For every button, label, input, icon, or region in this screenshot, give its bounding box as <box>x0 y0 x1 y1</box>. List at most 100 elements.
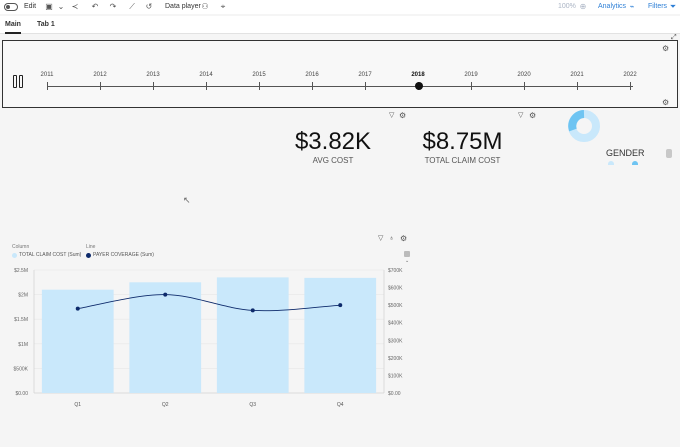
x-tick-label: Q4 <box>337 402 344 408</box>
timeline-year-2021[interactable]: 2021 <box>562 72 592 78</box>
timeline-tick <box>100 82 101 90</box>
y-left-tick-label: $500K <box>14 366 29 372</box>
gender-legend-swatch-2 <box>632 161 638 165</box>
line-series <box>77 294 341 312</box>
chevron-down-icon[interactable]: ⌄ <box>56 0 66 14</box>
legend-line-heading: Line <box>86 244 96 250</box>
line-point <box>75 306 80 311</box>
settings-icon-kpi[interactable]: ⚙ <box>399 112 406 120</box>
toolbar: Edit ▣ ⌄ ≺ ↶ ↷ ⟋ ↺ Data player ⚇ ⌖ 100% … <box>0 0 680 14</box>
y-right-tick-label: $700K <box>388 268 403 274</box>
y-left-tick-label: $0.00 <box>15 391 28 397</box>
legend-line-series[interactable]: PAYER COVERAGE (Sum) <box>93 252 154 258</box>
gender-donut[interactable] <box>566 108 602 144</box>
legend-scroll-handle[interactable] <box>404 251 410 257</box>
bar <box>216 277 289 393</box>
timeline-year-2011[interactable]: 2011 <box>32 72 62 78</box>
timeline-year-2020[interactable]: 2020 <box>509 72 539 78</box>
filters-button[interactable]: Filters <box>648 0 667 14</box>
timeline-year-2019[interactable]: 2019 <box>456 72 486 78</box>
settings-icon-kpi2[interactable]: ⚙ <box>529 112 536 120</box>
timeline-tick <box>471 82 472 90</box>
share-icon[interactable]: ≺ <box>70 0 80 14</box>
filter-icon[interactable]: ⏷ <box>668 0 678 14</box>
avg-cost-label: AVG COST <box>312 156 354 165</box>
redo-icon[interactable]: ↷ <box>108 0 118 14</box>
line-point <box>338 303 343 308</box>
timeline-year-2012[interactable]: 2012 <box>85 72 115 78</box>
timeline-player: ⚙ ⚙ 2011 2012 2013 2014 2015 2016 2017 2018 2019… <box>2 40 678 108</box>
settings-icon-bottom[interactable]: ⚙ <box>662 99 669 107</box>
timeline-tick <box>153 82 154 90</box>
analytics-button[interactable]: Analytics <box>598 0 626 14</box>
filter-icon-chart[interactable]: ▽ <box>378 235 383 243</box>
avg-cost-value: $3.82K <box>294 128 372 155</box>
bulb-icon[interactable]: ♁ <box>389 235 394 243</box>
timeline-tick <box>259 82 260 90</box>
expand-icon[interactable]: ⤢ <box>671 34 677 42</box>
legend-bar-swatch <box>12 253 17 258</box>
settings-icon-chart[interactable]: ⚙ <box>400 235 407 243</box>
timeline-current-marker[interactable] <box>414 81 423 90</box>
timeline-year-2018[interactable]: 2018 <box>403 72 433 78</box>
timeline-tick <box>47 82 48 90</box>
scroll-handle[interactable] <box>666 149 672 158</box>
data-player-button[interactable]: Data player <box>165 0 201 14</box>
timeline-tick <box>312 82 313 90</box>
magic-icon[interactable]: ⟋ <box>127 0 137 14</box>
tab-bar: Main Tab 1 <box>0 16 680 34</box>
legend-bar-series[interactable]: TOTAL CLAIM COST (Sum) <box>19 252 81 258</box>
filter-icon-kpi[interactable]: ▽ <box>389 112 394 120</box>
y-right-tick-label: $500K <box>388 303 403 309</box>
combo-chart: $0.00 $500K $1M $1.5M $2M $2.5M $0.00 $100K $200… <box>14 268 404 408</box>
settings-icon[interactable]: ⚙ <box>662 45 669 53</box>
line-point <box>163 292 168 297</box>
edit-toggle[interactable] <box>4 3 18 11</box>
x-tick-label: Q2 <box>162 402 169 408</box>
tab-main[interactable]: Main <box>5 16 21 34</box>
timeline-tick <box>524 82 525 90</box>
y-left-tick-label: $2.5M <box>14 268 28 274</box>
y-right-tick-label: $400K <box>388 321 403 327</box>
x-tick-label: Q3 <box>249 402 256 408</box>
legend-line-swatch <box>86 253 91 258</box>
timeline-year-2017[interactable]: 2017 <box>350 72 380 78</box>
timeline-year-2015[interactable]: 2015 <box>244 72 274 78</box>
y-right-tick-label: $300K <box>388 338 403 344</box>
bar <box>304 277 377 393</box>
timeline-tick <box>577 82 578 90</box>
legend-column-heading: Column <box>12 244 30 250</box>
y-right-tick-label: $600K <box>388 286 403 292</box>
timeline-year-2016[interactable]: 2016 <box>297 72 327 78</box>
mouse-cursor-icon: ↖ <box>183 195 191 205</box>
y-right-tick-label: $200K <box>388 356 403 362</box>
refresh-icon[interactable]: ↺ <box>144 0 154 14</box>
data-player-icon[interactable]: ⚇ <box>200 0 210 14</box>
timeline-year-2013[interactable]: 2013 <box>138 72 168 78</box>
x-tick-label: Q1 <box>74 402 81 408</box>
bar <box>129 282 202 393</box>
timeline-year-2014[interactable]: 2014 <box>191 72 221 78</box>
y-left-tick-label: $1.5M <box>14 317 28 323</box>
y-right-tick-label: $100K <box>388 373 403 379</box>
undo-icon[interactable]: ↶ <box>90 0 100 14</box>
timeline-track[interactable] <box>47 86 633 87</box>
pause-icon[interactable] <box>13 75 25 89</box>
gender-title: GENDER <box>606 148 645 158</box>
timeline-tick <box>206 82 207 90</box>
analytics-icon[interactable]: ⌁ <box>627 0 637 14</box>
zoom-icon[interactable]: ⊕ <box>578 0 588 14</box>
y-left-tick-label: $2M <box>18 293 28 299</box>
tab-1[interactable]: Tab 1 <box>37 16 55 34</box>
timeline-tick <box>630 82 631 90</box>
y-left-tick-label: $1M <box>18 342 28 348</box>
save-icon[interactable]: ▣ <box>44 0 54 14</box>
gender-legend-swatch-1 <box>608 161 614 165</box>
filter-icon-kpi2[interactable]: ▽ <box>518 112 523 120</box>
edit-label[interactable]: Edit <box>24 0 36 14</box>
timeline-year-2022[interactable]: 2022 <box>615 72 645 78</box>
pin-icon[interactable]: ⌖ <box>218 0 228 14</box>
y-right-tick-label: $0.00 <box>388 391 401 397</box>
bar <box>41 289 114 393</box>
timeline-tick <box>365 82 366 90</box>
